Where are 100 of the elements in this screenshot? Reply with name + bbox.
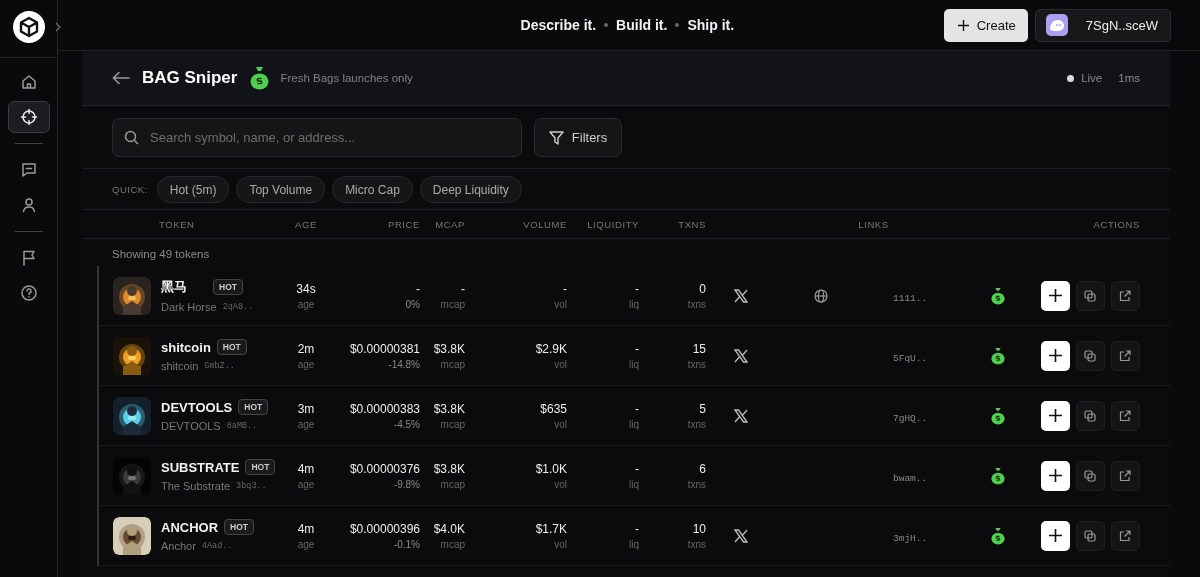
add-button[interactable]	[1041, 460, 1070, 491]
x-logo-icon[interactable]	[734, 288, 748, 303]
contract-address-link[interactable]: 5FqU..	[893, 352, 928, 364]
column-header: LIQUIDITY	[586, 218, 639, 230]
copy-button[interactable]	[1075, 520, 1105, 551]
age-label: age	[297, 358, 315, 370]
subtitle-text: Fresh Bags launches only	[280, 72, 413, 84]
token-name: DEVTOOLS	[161, 399, 233, 415]
volume-value: $1.7K	[535, 521, 567, 536]
volume-value: -	[563, 281, 567, 296]
market-cap-value: $3.8K	[433, 341, 465, 356]
contract-address-link[interactable]: bwam..	[893, 472, 928, 484]
hot-badge: HOT	[238, 399, 269, 415]
market-cap-label: mcap	[440, 418, 465, 430]
x-logo-icon[interactable]	[734, 408, 748, 423]
token-subtitle: shitcoin	[161, 360, 199, 372]
logo-icon[interactable]	[12, 11, 45, 43]
contract-address-link[interactable]: 3mjH..	[893, 532, 928, 544]
token-subtitle: Dark Horse	[161, 301, 217, 313]
token-address-text: 4Aad..	[201, 541, 233, 551]
money-bag-icon[interactable]	[991, 346, 1005, 365]
age-value: 2m	[297, 341, 315, 356]
money-bag-icon	[250, 66, 270, 90]
create-button[interactable]: Create	[943, 8, 1028, 42]
volume-label: vol	[554, 298, 567, 310]
volume-value: $2.9K	[535, 341, 567, 356]
market-cap-label: mcap	[440, 478, 465, 490]
transactions-value: 5	[699, 401, 706, 416]
market-cap-label: mcap	[440, 358, 465, 370]
copy-icon	[1084, 469, 1097, 482]
token-count-text: Showing 49 tokens	[111, 247, 211, 262]
age-label: age	[297, 538, 315, 550]
globe-icon[interactable]	[814, 288, 828, 303]
sidebar-target-button[interactable]	[7, 101, 50, 133]
external-link-icon	[1119, 409, 1132, 422]
search-field[interactable]: Search symbol, name, or address...	[112, 118, 522, 157]
copy-button[interactable]	[1075, 340, 1105, 371]
open-external-button[interactable]	[1110, 520, 1140, 551]
liquidity-label: liq	[629, 358, 639, 370]
plus-icon	[1048, 469, 1062, 482]
liquidity-label: liq	[629, 478, 639, 490]
copy-button[interactable]	[1075, 460, 1105, 491]
quick-filter-chip[interactable]: Micro Cap	[332, 176, 413, 203]
wallet-button[interactable]: 7SgN..sceW	[1034, 8, 1171, 42]
add-button[interactable]	[1041, 340, 1070, 371]
contract-address-link[interactable]: 7gHQ..	[893, 412, 928, 424]
chevron-right-icon[interactable]	[55, 22, 61, 32]
token-subtitle: Anchor	[161, 540, 196, 552]
column-header: VOLUME	[522, 218, 567, 230]
liquidity-value: -	[635, 341, 639, 356]
open-external-button[interactable]	[1110, 400, 1140, 431]
copy-icon	[1084, 409, 1097, 422]
token-address-text: 3bq3..	[236, 481, 267, 491]
market-cap-value: $4.0K	[433, 521, 465, 536]
quick-filter-chip[interactable]: Hot (5m)	[156, 176, 230, 203]
money-bag-icon[interactable]	[991, 406, 1005, 425]
add-button[interactable]	[1041, 280, 1070, 311]
open-external-button[interactable]	[1110, 460, 1140, 491]
transactions-label: txns	[687, 478, 706, 490]
hot-badge: HOT	[245, 459, 276, 475]
column-header: AGE	[294, 218, 318, 230]
column-header: ACTIONS	[1092, 218, 1140, 230]
filters-button[interactable]: Filters	[534, 118, 622, 157]
quick-filter-chip[interactable]: Top Volume	[236, 176, 326, 203]
add-button[interactable]	[1041, 520, 1070, 551]
token-address-text: 2qA8..	[222, 302, 254, 312]
column-header: LINKS	[857, 218, 890, 230]
transactions-label: txns	[687, 418, 706, 430]
money-bag-icon[interactable]	[991, 526, 1005, 545]
copy-icon	[1084, 349, 1097, 362]
money-bag-icon[interactable]	[991, 286, 1005, 305]
separator-dot-icon	[675, 23, 680, 27]
external-link-icon	[1119, 529, 1132, 542]
back-arrow-icon[interactable]	[112, 71, 130, 85]
volume-value: $1.0K	[535, 461, 567, 476]
price-value: $0.00000383	[349, 401, 420, 416]
x-logo-icon[interactable]	[734, 348, 748, 363]
add-button[interactable]	[1041, 400, 1070, 431]
hot-badge: HOT	[213, 279, 243, 295]
market-cap-label: mcap	[440, 538, 465, 550]
column-header: TOKEN	[158, 218, 196, 230]
token-name: shitcoin	[161, 339, 211, 355]
contract-address-link[interactable]: 1111..	[893, 292, 928, 304]
hot-badge: HOT	[224, 519, 254, 535]
price-value: -	[416, 281, 420, 296]
open-external-button[interactable]	[1110, 280, 1140, 311]
volume-label: vol	[554, 538, 567, 550]
plus-icon	[1048, 409, 1062, 422]
quick-filter-chip[interactable]: Deep Liquidity	[419, 176, 522, 203]
volume-label: vol	[554, 358, 567, 370]
open-external-button[interactable]	[1110, 340, 1140, 371]
plus-icon	[957, 19, 969, 31]
age-label: age	[297, 298, 315, 310]
money-bag-icon[interactable]	[991, 466, 1005, 485]
search-icon	[124, 130, 139, 145]
copy-button[interactable]	[1075, 280, 1105, 311]
volume-value: $635	[540, 401, 567, 416]
plus-icon	[1048, 289, 1062, 302]
x-logo-icon[interactable]	[734, 528, 748, 543]
copy-button[interactable]	[1075, 400, 1105, 431]
